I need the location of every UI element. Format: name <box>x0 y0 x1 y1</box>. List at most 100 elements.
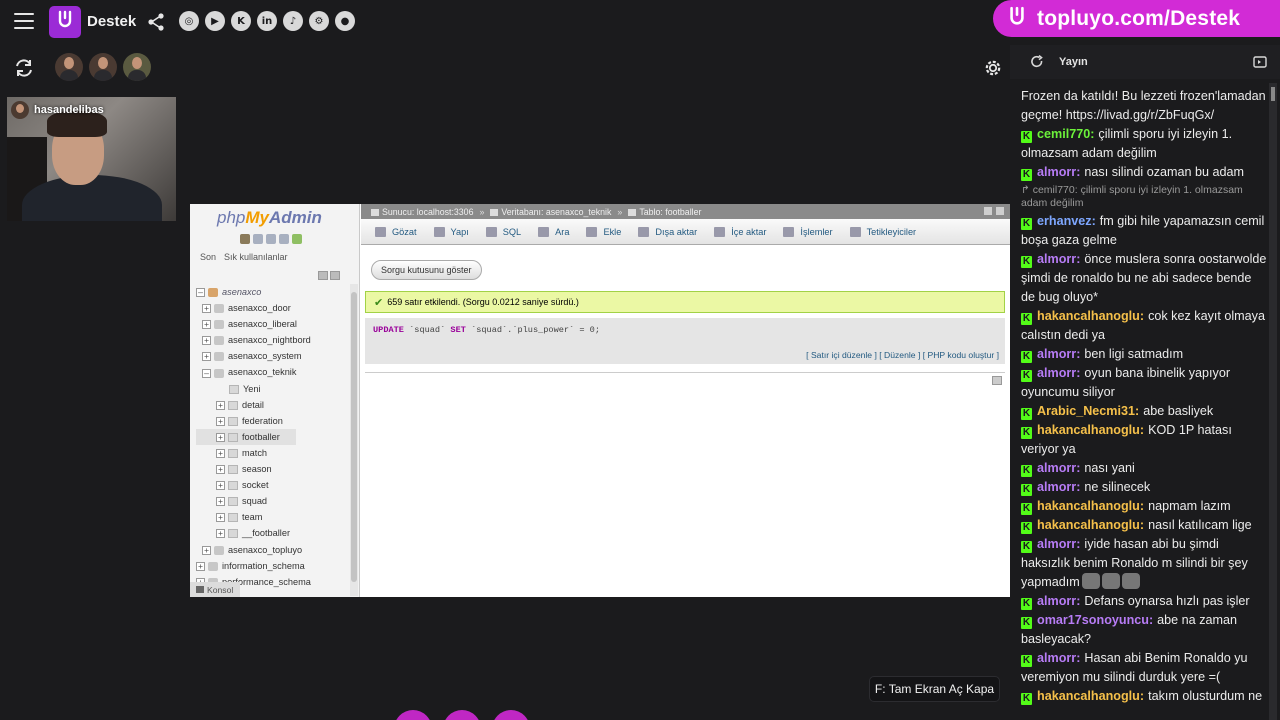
tiktok-icon[interactable]: ♪ <box>283 11 303 31</box>
github-icon[interactable]: ● <box>335 11 355 31</box>
expand-icon[interactable]: + <box>196 561 205 571</box>
linkedin-icon[interactable]: in <box>257 11 277 31</box>
chat-username[interactable]: almorr: <box>1037 480 1080 494</box>
tree-table-item[interactable]: + __footballer <box>196 525 311 541</box>
chat-username[interactable]: erhanvez: <box>1037 214 1096 228</box>
docs-icon[interactable] <box>266 234 276 244</box>
menu-icon[interactable] <box>14 13 34 29</box>
home-icon[interactable] <box>240 234 250 244</box>
viewer-avatar[interactable] <box>89 53 117 81</box>
pma-logo[interactable]: phpMyAdmin <box>217 208 322 228</box>
expand-icon[interactable]: + <box>216 432 225 442</box>
tree-database-item[interactable]: – asenaxco_teknik <box>196 364 311 380</box>
settings-gear-icon[interactable] <box>983 58 1003 78</box>
console-toggle[interactable]: Konsol <box>190 582 240 597</box>
tree-table-item[interactable]: + team <box>196 509 311 525</box>
expand-icon[interactable]: + <box>202 320 211 330</box>
expand-icon[interactable]: + <box>216 465 225 475</box>
share-icon[interactable] <box>146 12 166 32</box>
tree-table-item[interactable]: + match <box>196 445 311 461</box>
expand-icon[interactable]: + <box>216 400 225 410</box>
chat-username[interactable]: almorr: <box>1037 651 1080 665</box>
expand-icon[interactable]: + <box>216 481 225 491</box>
expand-icon[interactable]: + <box>216 513 225 523</box>
chat-username[interactable]: almorr: <box>1037 252 1080 266</box>
reaction-button[interactable] <box>492 710 530 720</box>
chat-scrollbar[interactable] <box>1269 83 1277 720</box>
show-query-box-button[interactable]: Sorgu kutusunu göster <box>371 260 482 280</box>
brand-name[interactable]: Destek <box>87 13 136 30</box>
tree-table-item[interactable]: + footballer <box>196 428 296 445</box>
chat-username[interactable]: almorr: <box>1037 347 1080 361</box>
collapse-icon[interactable] <box>996 207 1004 215</box>
youtube-icon[interactable]: ▶ <box>205 11 225 31</box>
tree-table-item[interactable]: + detail <box>196 397 311 413</box>
breadcrumb-server[interactable]: Sunucu: localhost:3306 <box>371 207 473 217</box>
expand-icon[interactable]: + <box>202 336 211 346</box>
tab-browse[interactable]: Gözat <box>367 219 426 245</box>
chat-username[interactable]: almorr: <box>1037 366 1080 380</box>
expand-icon[interactable]: + <box>202 352 211 362</box>
collapse-all-icon[interactable] <box>318 271 328 280</box>
chat-username[interactable]: almorr: <box>1037 594 1080 608</box>
kick-icon[interactable]: K <box>231 11 251 31</box>
tab-structure[interactable]: Yapı <box>426 219 478 245</box>
tree-table-item[interactable]: + squad <box>196 493 311 509</box>
chat-username[interactable]: hakancalhanoglu: <box>1037 689 1144 703</box>
tab-insert[interactable]: Ekle <box>578 219 630 245</box>
tab-import[interactable]: İçe aktar <box>706 219 775 245</box>
chat-username[interactable]: hakancalhanoglu: <box>1037 423 1144 437</box>
chat-username[interactable]: hakancalhanoglu: <box>1037 518 1144 532</box>
viewer-avatar[interactable] <box>123 53 151 81</box>
tree-database-item[interactable]: + asenaxco_liberal <box>196 316 311 332</box>
expand-icon[interactable]: + <box>202 545 211 555</box>
chat-username[interactable]: almorr: <box>1037 461 1080 475</box>
collapse-chat-icon[interactable] <box>1253 55 1267 69</box>
collapse-icon[interactable]: – <box>196 288 205 298</box>
brand-logo[interactable] <box>49 6 81 38</box>
settings-icon[interactable] <box>279 234 289 244</box>
expand-icon[interactable]: + <box>216 449 225 458</box>
tree-database-item[interactable]: – asenaxco <box>196 284 311 300</box>
chat-username[interactable]: hakancalhanoglu: <box>1037 309 1144 323</box>
expand-icon[interactable]: + <box>216 529 225 539</box>
tree-database-item[interactable]: + asenaxco_topluyo <box>196 542 311 558</box>
refresh-icon[interactable] <box>13 57 35 79</box>
tree-new-item[interactable]: Yeni <box>196 381 311 397</box>
settings-icon[interactable] <box>984 207 992 215</box>
chat-username[interactable]: Arabic_Necmi31: <box>1037 404 1139 418</box>
expand-icon[interactable]: + <box>216 416 225 426</box>
support-banner[interactable]: topluyo.com/Destek <box>993 0 1280 37</box>
expand-icon[interactable]: + <box>216 497 225 507</box>
sql-edit-links[interactable]: [ Satır içi düzenle ] [ Düzenle ] [ PHP … <box>365 346 1005 364</box>
chat-username[interactable]: hakancalhanoglu: <box>1037 499 1144 513</box>
chat-username[interactable]: almorr: <box>1037 165 1080 179</box>
tab-recent[interactable]: Son <box>200 252 216 262</box>
tree-table-item[interactable]: + season <box>196 461 311 477</box>
chat-username[interactable]: almorr: <box>1037 537 1080 551</box>
expand-icon[interactable]: + <box>202 304 211 314</box>
link-icon[interactable] <box>330 271 340 280</box>
viewer-avatar[interactable] <box>55 53 83 81</box>
collapse-icon[interactable]: – <box>202 368 211 378</box>
tree-database-item[interactable]: + asenaxco_system <box>196 348 311 364</box>
reload-icon[interactable] <box>292 234 302 244</box>
bookmark-icon[interactable] <box>992 376 1002 385</box>
tab-favorites[interactable]: Sık kullanılanlar <box>224 252 288 262</box>
tree-database-item[interactable]: + asenaxco_door <box>196 300 311 316</box>
tree-database-item[interactable]: + information_schema <box>196 558 311 574</box>
tree-table-item[interactable]: + federation <box>196 413 311 429</box>
tree-database-item[interactable]: + asenaxco_nightbord <box>196 332 311 348</box>
tab-operations[interactable]: İşlemler <box>775 219 841 245</box>
nav-scrollbar[interactable] <box>350 284 358 596</box>
reaction-button[interactable] <box>443 710 481 720</box>
breadcrumb-table[interactable]: Tablo: footballer <box>628 207 701 217</box>
tab-search[interactable]: Ara <box>530 219 578 245</box>
breadcrumb-database[interactable]: Veritabanı: asenaxco_teknik <box>490 207 611 217</box>
tab-sql[interactable]: SQL <box>478 219 530 245</box>
chat-username[interactable]: cemil770: <box>1037 127 1094 141</box>
tab-export[interactable]: Dışa aktar <box>630 219 706 245</box>
refresh-icon[interactable] <box>1030 55 1044 69</box>
tab-triggers[interactable]: Tetikleyiciler <box>842 219 926 245</box>
instagram-icon[interactable]: ◎ <box>179 11 199 31</box>
